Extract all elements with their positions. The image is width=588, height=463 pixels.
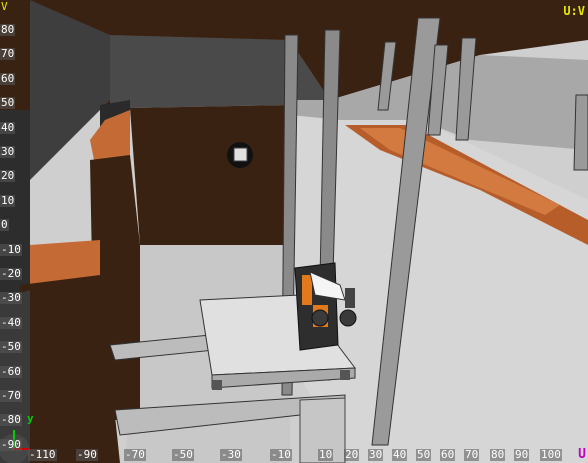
y-tick-label: 60: [0, 71, 16, 85]
pole-7: [573, 94, 588, 171]
x-tick-label: -10: [270, 448, 292, 461]
platform-leg-1: [212, 380, 222, 390]
x-tick-label: 80: [490, 448, 506, 461]
sensor-lens: [233, 147, 248, 162]
y-tick-label: -80: [0, 413, 22, 427]
y-tick-label: 80: [0, 23, 16, 36]
3d-viewport[interactable]: V U:V U y -110 -90 -70 -50 -30 -10 10 20 30 40 50 6…: [0, 0, 588, 463]
y-tick-label: -40: [0, 315, 22, 329]
x-tick-label: -110: [28, 448, 57, 461]
x-tick-label: -70: [124, 448, 146, 461]
x-tick-label: 30: [368, 448, 384, 461]
gizmo-y-label: y: [27, 412, 34, 425]
y-tick-label: -50: [0, 340, 22, 354]
x-tick-label: -90: [76, 448, 98, 461]
y-tick-label: 50: [0, 96, 16, 110]
orange-cylinder-1: [302, 275, 312, 305]
y-tick-label: -20: [0, 267, 22, 280]
x-tick-label: 70: [464, 448, 480, 461]
roller-end-2: [311, 309, 329, 327]
scene-render[interactable]: [0, 0, 588, 463]
y-tick-label: -10: [0, 242, 22, 256]
x-tick-label: 40: [392, 448, 408, 461]
viewport-corner-label: V: [1, 0, 8, 13]
y-tick-label: 10: [0, 193, 16, 207]
y-tick-label: -70: [0, 389, 22, 402]
platform-leg-2: [340, 370, 350, 380]
y-tick-label: 30: [0, 145, 16, 158]
y-tick-label: -90: [0, 437, 22, 451]
x-tick-label: 60: [440, 448, 456, 461]
camera-bracket: [345, 288, 355, 308]
x-tick-label: 90: [514, 448, 530, 461]
view-mode-label[interactable]: U:V: [563, 4, 585, 18]
y-tick-label: 0: [0, 218, 9, 232]
x-tick-label: 50: [416, 448, 432, 461]
brown-block: [130, 105, 290, 245]
axis-u-label: U: [578, 447, 586, 462]
x-tick-label: 10: [318, 448, 334, 461]
x-tick-label: 20: [344, 448, 360, 461]
y-tick-label: 70: [0, 47, 16, 61]
y-tick-label: -60: [0, 364, 22, 378]
y-tick-label: 20: [0, 169, 16, 183]
x-tick-label: 100: [540, 448, 562, 461]
x-tick-label: -50: [172, 448, 194, 461]
y-tick-label: 40: [0, 120, 16, 134]
roller-end-1: [339, 309, 357, 327]
y-tick-label: -30: [0, 291, 22, 305]
x-tick-label: -30: [220, 448, 242, 461]
